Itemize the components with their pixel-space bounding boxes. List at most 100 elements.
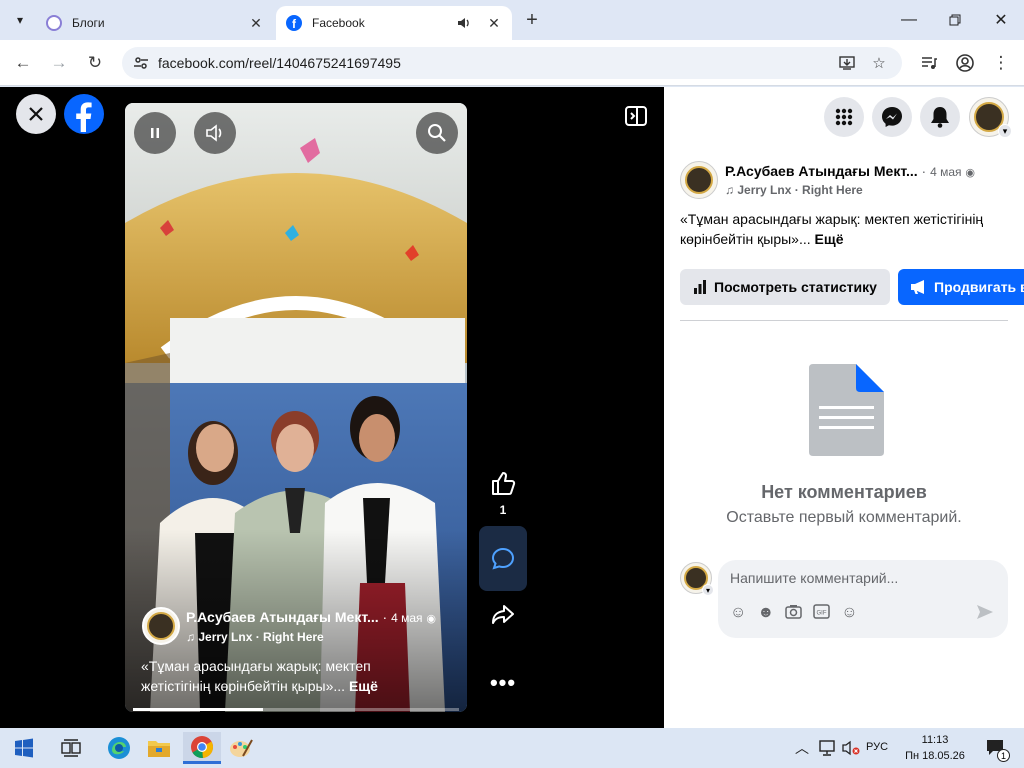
reel-music-line[interactable]: ♫ Jerry Lnx · Right Here (186, 630, 324, 644)
account-avatar[interactable]: ▾ (969, 97, 1012, 138)
thumbs-up-icon (492, 472, 516, 495)
bar-chart-icon (694, 280, 706, 294)
file-explorer-icon[interactable] (143, 732, 175, 764)
emoji-icon[interactable]: ☻ (757, 604, 774, 624)
reel-video[interactable]: Р.Асубаев Атындағы Мект... · 4 мая ◉ ♫ J… (125, 103, 467, 712)
tab-blogs[interactable]: Блоги ✕ (36, 6, 274, 40)
view-statistics-button[interactable]: Посмотреть статистику (680, 269, 890, 305)
comment-composer[interactable]: Напишите комментарий... ☺ ☻ GIF ☺ (718, 560, 1008, 638)
tab-search-button[interactable]: ▾ (8, 8, 32, 32)
close-icon[interactable]: ✕ (486, 15, 502, 31)
sticker-icon[interactable]: ☺ (841, 604, 857, 624)
tab-facebook[interactable]: f Facebook ✕ (276, 6, 512, 40)
reel-side-panel: ▾ Р.Асубаев Атындағы Мект... · 4 мая ◉ ♫… (664, 87, 1024, 728)
close-window-button[interactable]: ✕ (978, 0, 1024, 40)
reel-more-link[interactable]: Ещё (349, 678, 378, 694)
menu-kebab-icon[interactable]: ⋮ (986, 48, 1016, 78)
input-language[interactable]: РУС (866, 741, 888, 753)
site-info-icon[interactable] (132, 54, 150, 72)
clock[interactable]: 11:13 Пн 18.05.26 (898, 732, 972, 764)
reel-caption-block: «Тұман арасындағы жарық: мектеп жетістіг… (141, 656, 411, 696)
no-comments-title: Нет комментариев (761, 482, 927, 502)
like-action[interactable]: 1 (479, 469, 527, 517)
camera-icon[interactable] (785, 604, 802, 624)
post-music-line[interactable]: ♫ Jerry Lnx · Right Here (725, 183, 863, 197)
pause-button[interactable] (134, 112, 176, 154)
more-options-action[interactable]: ••• (479, 670, 527, 696)
chevron-down-icon: ▾ (998, 124, 1012, 138)
more-dots-icon: ••• (489, 670, 517, 695)
like-count: 1 (499, 503, 507, 517)
reel-dot: · (382, 609, 392, 625)
tray-expand-icon[interactable]: ︿ (788, 732, 816, 764)
reel-time[interactable]: 4 мая (391, 611, 422, 625)
share-icon (492, 605, 514, 624)
forward-icon[interactable]: → (44, 48, 74, 78)
avatar-sticker-icon[interactable]: ☺ (730, 604, 746, 624)
comment-input[interactable]: Напишите комментарий... (730, 570, 898, 586)
facebook-logo-icon[interactable] (64, 94, 104, 134)
divider (680, 320, 1008, 321)
messenger-button[interactable] (872, 97, 912, 137)
video-progress-track[interactable] (133, 708, 459, 711)
post-time[interactable]: 4 мая (930, 165, 961, 179)
browser-toolbar: ← → ↻ facebook.com/reel/1404675241697495… (0, 40, 1024, 86)
tab-title: Facebook (312, 16, 365, 30)
install-app-icon[interactable] (838, 54, 856, 72)
gif-icon[interactable]: GIF (813, 604, 830, 624)
clock-date: Пн 18.05.26 (905, 750, 965, 762)
edge-browser-icon[interactable] (103, 732, 135, 764)
expand-panel-icon[interactable] (624, 104, 648, 128)
post-author-avatar[interactable] (680, 161, 718, 199)
menu-grid-button[interactable] (824, 97, 864, 137)
messenger-icon (882, 107, 902, 127)
new-tab-button[interactable]: + (520, 8, 544, 32)
paint-app-icon[interactable] (225, 732, 257, 764)
megaphone-icon (911, 280, 924, 294)
address-bar[interactable]: facebook.com/reel/1404675241697495 ☆ (122, 47, 902, 79)
maximize-button[interactable] (932, 0, 978, 40)
document-icon (809, 364, 884, 456)
school-logo-icon (685, 166, 713, 194)
speaker-icon[interactable] (456, 15, 472, 31)
svg-text:GIF: GIF (817, 611, 827, 617)
close-viewer-button[interactable] (16, 94, 56, 134)
post-more-link[interactable]: Ещё (815, 231, 844, 247)
reel-author-name[interactable]: Р.Асубаев Атындағы Мект... (186, 609, 379, 625)
close-icon[interactable]: ✕ (248, 15, 264, 31)
minimize-button[interactable]: — (886, 0, 932, 40)
notifications-button[interactable] (920, 97, 960, 137)
blog-favicon-icon (46, 15, 62, 31)
send-icon[interactable] (976, 604, 994, 625)
volume-muted-icon[interactable] (838, 732, 864, 764)
media-control-icon[interactable] (914, 48, 944, 78)
reel-music: Jerry Lnx · Right Here (198, 630, 324, 644)
search-button[interactable] (416, 112, 458, 154)
reload-icon[interactable]: ↻ (80, 48, 110, 78)
network-icon[interactable] (814, 732, 840, 764)
pause-icon (151, 128, 159, 138)
chrome-browser-icon[interactable] (183, 732, 221, 764)
video-progress-fill (133, 708, 264, 711)
chevron-down-icon: ▾ (702, 584, 714, 596)
reel-viewer: Р.Асубаев Атындағы Мект... · 4 мая ◉ ♫ J… (0, 87, 664, 728)
bookmark-star-icon[interactable]: ☆ (870, 54, 888, 72)
tab-title: Блоги (72, 16, 105, 30)
profile-icon[interactable] (950, 48, 980, 78)
commenter-avatar[interactable]: ▾ (680, 562, 714, 596)
share-action[interactable] (479, 602, 527, 628)
notification-center-icon[interactable]: 1 (980, 732, 1012, 764)
promote-button[interactable]: Продвигать в (898, 269, 1024, 305)
post-author-name[interactable]: Р.Асубаев Атындағы Мект... (725, 163, 918, 179)
volume-button[interactable] (194, 112, 236, 154)
back-icon[interactable]: ← (8, 48, 38, 78)
task-view-icon[interactable] (55, 732, 87, 764)
clock-time: 11:13 (921, 734, 949, 746)
school-logo-icon (147, 612, 175, 640)
start-button-windows-icon[interactable] (8, 732, 40, 764)
reel-author-avatar[interactable] (142, 607, 180, 645)
globe-icon: ◉ (426, 613, 437, 625)
globe-icon: ◉ (965, 167, 976, 179)
comment-action[interactable] (479, 526, 527, 591)
bell-icon (931, 107, 949, 128)
